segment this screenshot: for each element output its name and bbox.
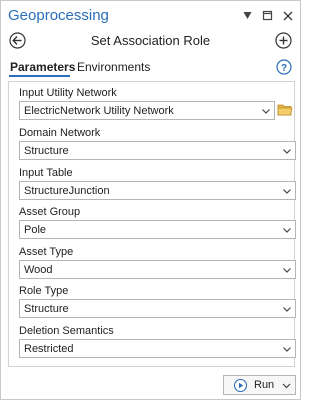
role-type-label: Role Type (19, 285, 69, 297)
chevron-down-icon[interactable] (261, 106, 271, 116)
play-icon (233, 378, 248, 392)
pane-footer: Run (1, 369, 300, 399)
input-utility-network-label: Input Utility Network (19, 87, 117, 99)
role-type-value: Structure (24, 303, 69, 315)
deletion-semantics-label: Deletion Semantics (19, 325, 114, 337)
domain-network-label: Domain Network (19, 127, 101, 139)
domain-network-combo[interactable]: Structure (19, 141, 296, 160)
folder-icon[interactable] (277, 103, 293, 117)
run-button-label: Run (254, 379, 275, 391)
input-utility-network-value: ElectricNetwork Utility Network (24, 105, 174, 117)
input-table-value: StructureJunction (24, 185, 110, 197)
help-icon[interactable]: ? (276, 59, 292, 75)
tool-header: Set Association Role (1, 29, 300, 53)
svg-text:?: ? (281, 63, 287, 74)
tab-strip: Parameters Environments ? (1, 57, 300, 81)
input-table-combo[interactable]: StructureJunction (19, 181, 296, 200)
chevron-down-icon[interactable] (282, 381, 291, 390)
geoprocessing-pane: Geoprocessing Set Association Role Param… (0, 0, 301, 400)
chevron-down-icon[interactable] (282, 146, 292, 156)
asset-type-value: Wood (24, 264, 53, 276)
pin-icon[interactable] (241, 9, 254, 22)
asset-group-combo[interactable]: Pole (19, 220, 296, 239)
chevron-down-icon[interactable] (282, 265, 292, 275)
asset-group-label: Asset Group (19, 206, 81, 218)
asset-type-combo[interactable]: Wood (19, 260, 296, 279)
close-icon[interactable] (281, 9, 294, 22)
pane-titlebar: Geoprocessing (1, 1, 300, 31)
chevron-down-icon[interactable] (282, 225, 292, 235)
parameters-form: Input Utility Network ElectricNetwork Ut… (8, 81, 296, 367)
chevron-down-icon[interactable] (282, 186, 292, 196)
asset-group-value: Pole (24, 224, 47, 236)
role-type-combo[interactable]: Structure (19, 299, 296, 318)
chevron-down-icon[interactable] (282, 344, 292, 354)
run-button[interactable]: Run (223, 375, 296, 395)
menu-icon[interactable] (261, 9, 274, 22)
chevron-down-icon[interactable] (282, 304, 292, 314)
input-utility-network-combo[interactable]: ElectricNetwork Utility Network (19, 101, 275, 120)
pane-title: Geoprocessing (8, 7, 109, 24)
tool-title: Set Association Role (90, 33, 211, 48)
active-tab-indicator (9, 75, 70, 77)
deletion-semantics-combo[interactable]: Restricted (19, 339, 296, 358)
tab-parameters[interactable]: Parameters (10, 60, 75, 74)
asset-type-label: Asset Type (19, 246, 74, 258)
plus-icon[interactable] (275, 32, 292, 49)
input-table-label: Input Table (19, 167, 73, 179)
deletion-semantics-value: Restricted (24, 343, 74, 355)
domain-network-value: Structure (24, 145, 69, 157)
tab-environments[interactable]: Environments (77, 60, 150, 74)
